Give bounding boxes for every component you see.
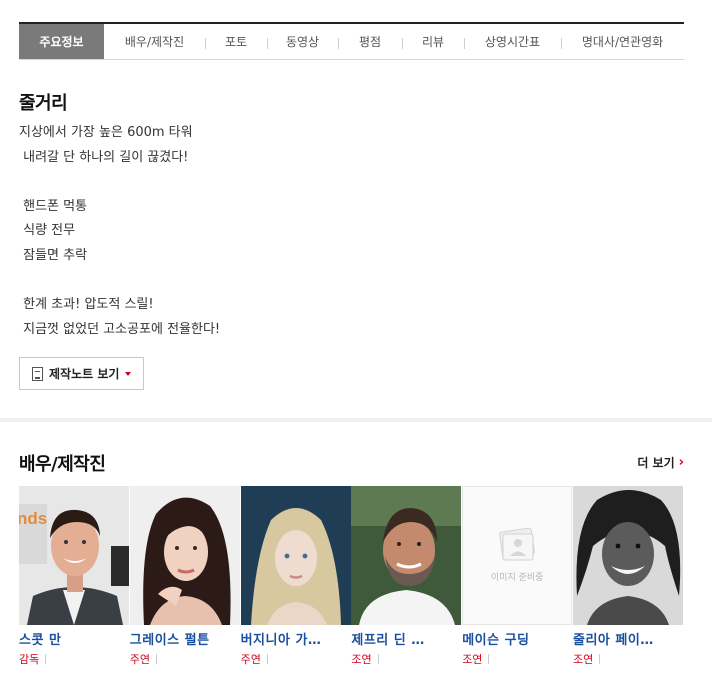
cast-item[interactable]: 그레이스 펄튼 주연 [129, 486, 241, 667]
person-role: 주연 [129, 653, 151, 666]
synopsis-line: 잠들면 추락 [19, 247, 88, 263]
synopsis-line [19, 269, 679, 294]
tab-rating[interactable]: 평점 [338, 24, 402, 59]
tab-photo[interactable]: 포토 [205, 24, 267, 59]
more-cast-link[interactable]: 더 보기 › [637, 454, 684, 471]
cast-section-title: 배우/제작진 [19, 454, 106, 475]
tab-quotes-related[interactable]: 명대사/연관영화 [561, 24, 684, 59]
person-photo[interactable] [572, 486, 683, 625]
person-name[interactable]: 스콧 만 [19, 629, 130, 648]
person-name[interactable]: 줄리아 페이… [573, 629, 684, 648]
person-photo[interactable]: nds [19, 486, 129, 625]
synopsis-line: 지상에서 가장 높은 600m 타워 [19, 125, 193, 140]
person-name[interactable]: 그레이스 펄튼 [130, 629, 241, 648]
synopsis-line: 지금껏 없었던 고소공포에 전율한다! [19, 321, 221, 337]
svg-text:nds: nds [19, 509, 47, 528]
cast-item[interactable]: 줄리아 페이… 조연 [572, 486, 684, 667]
movie-tab-bar: 주요정보 배우/제작진 포토 동영상 평점 리뷰 상영시간표 명대사/연관영화 [19, 22, 684, 60]
person-photo[interactable]: 이미지 준비중 [462, 486, 573, 625]
synopsis-line: 한계 초과! 압도적 스릴! [19, 297, 154, 313]
cast-list: nds 스콧 만 감독 그레이스 펄튼 주연 버지니아 가… 주연 제프리 딘 … [19, 486, 684, 667]
more-cast-label: 더 보기 [637, 456, 675, 470]
role-divider [156, 654, 158, 664]
role-divider [599, 654, 601, 664]
cast-item[interactable]: 제프리 딘 … 조연 [351, 486, 462, 667]
role-divider [488, 654, 490, 664]
person-name[interactable]: 버지니아 가… [241, 629, 352, 648]
cast-item[interactable]: 버지니아 가… 주연 [240, 486, 352, 667]
person-role: 조연 [572, 653, 594, 666]
person-role: 주연 [240, 653, 261, 666]
person-photo[interactable] [129, 486, 240, 625]
person-photo[interactable] [351, 486, 462, 625]
synopsis-line: 식량 전무 [19, 223, 76, 239]
person-role: 조연 [351, 653, 372, 666]
person-name[interactable]: 제프리 딘 … [351, 629, 462, 648]
caret-down-icon [125, 371, 132, 376]
synopsis-line: 핸드폰 먹통 [19, 198, 88, 214]
document-icon [32, 366, 43, 381]
production-note-label: 제작노트 보기 [49, 367, 120, 381]
synopsis-line: 내려갈 단 하나의 길이 끊겼다! [19, 149, 189, 165]
role-divider [45, 654, 47, 664]
synopsis-title: 줄거리 [19, 93, 68, 114]
section-divider [0, 418, 712, 422]
image-placeholder-icon [499, 528, 536, 561]
image-placeholder: 이미지 준비중 [462, 486, 573, 625]
person-role: 감독 [19, 653, 40, 666]
person-photo[interactable] [240, 486, 351, 625]
cast-item[interactable]: nds 스콧 만 감독 [19, 486, 130, 667]
tab-review[interactable]: 리뷰 [402, 24, 464, 59]
placeholder-text: 이미지 준비중 [490, 573, 544, 583]
cast-item[interactable]: 이미지 준비중 메이슨 구딩 조연 [462, 486, 573, 667]
production-note-button[interactable]: 제작노트 보기 [19, 357, 144, 390]
person-name[interactable]: 메이슨 구딩 [462, 629, 573, 648]
chevron-right-icon: › [678, 455, 684, 470]
tab-main-info[interactable]: 주요정보 [19, 24, 104, 59]
synopsis-text: 지상에서 가장 높은 600m 타워 내려갈 단 하나의 길이 끊겼다! 핸드폰… [19, 121, 679, 342]
role-divider [266, 654, 268, 664]
role-divider [377, 654, 379, 664]
person-role: 조연 [462, 653, 483, 666]
tab-cast-crew[interactable]: 배우/제작진 [104, 24, 205, 59]
synopsis-line [19, 170, 679, 195]
tab-showtimes[interactable]: 상영시간표 [464, 24, 561, 59]
tab-video[interactable]: 동영상 [267, 24, 338, 59]
